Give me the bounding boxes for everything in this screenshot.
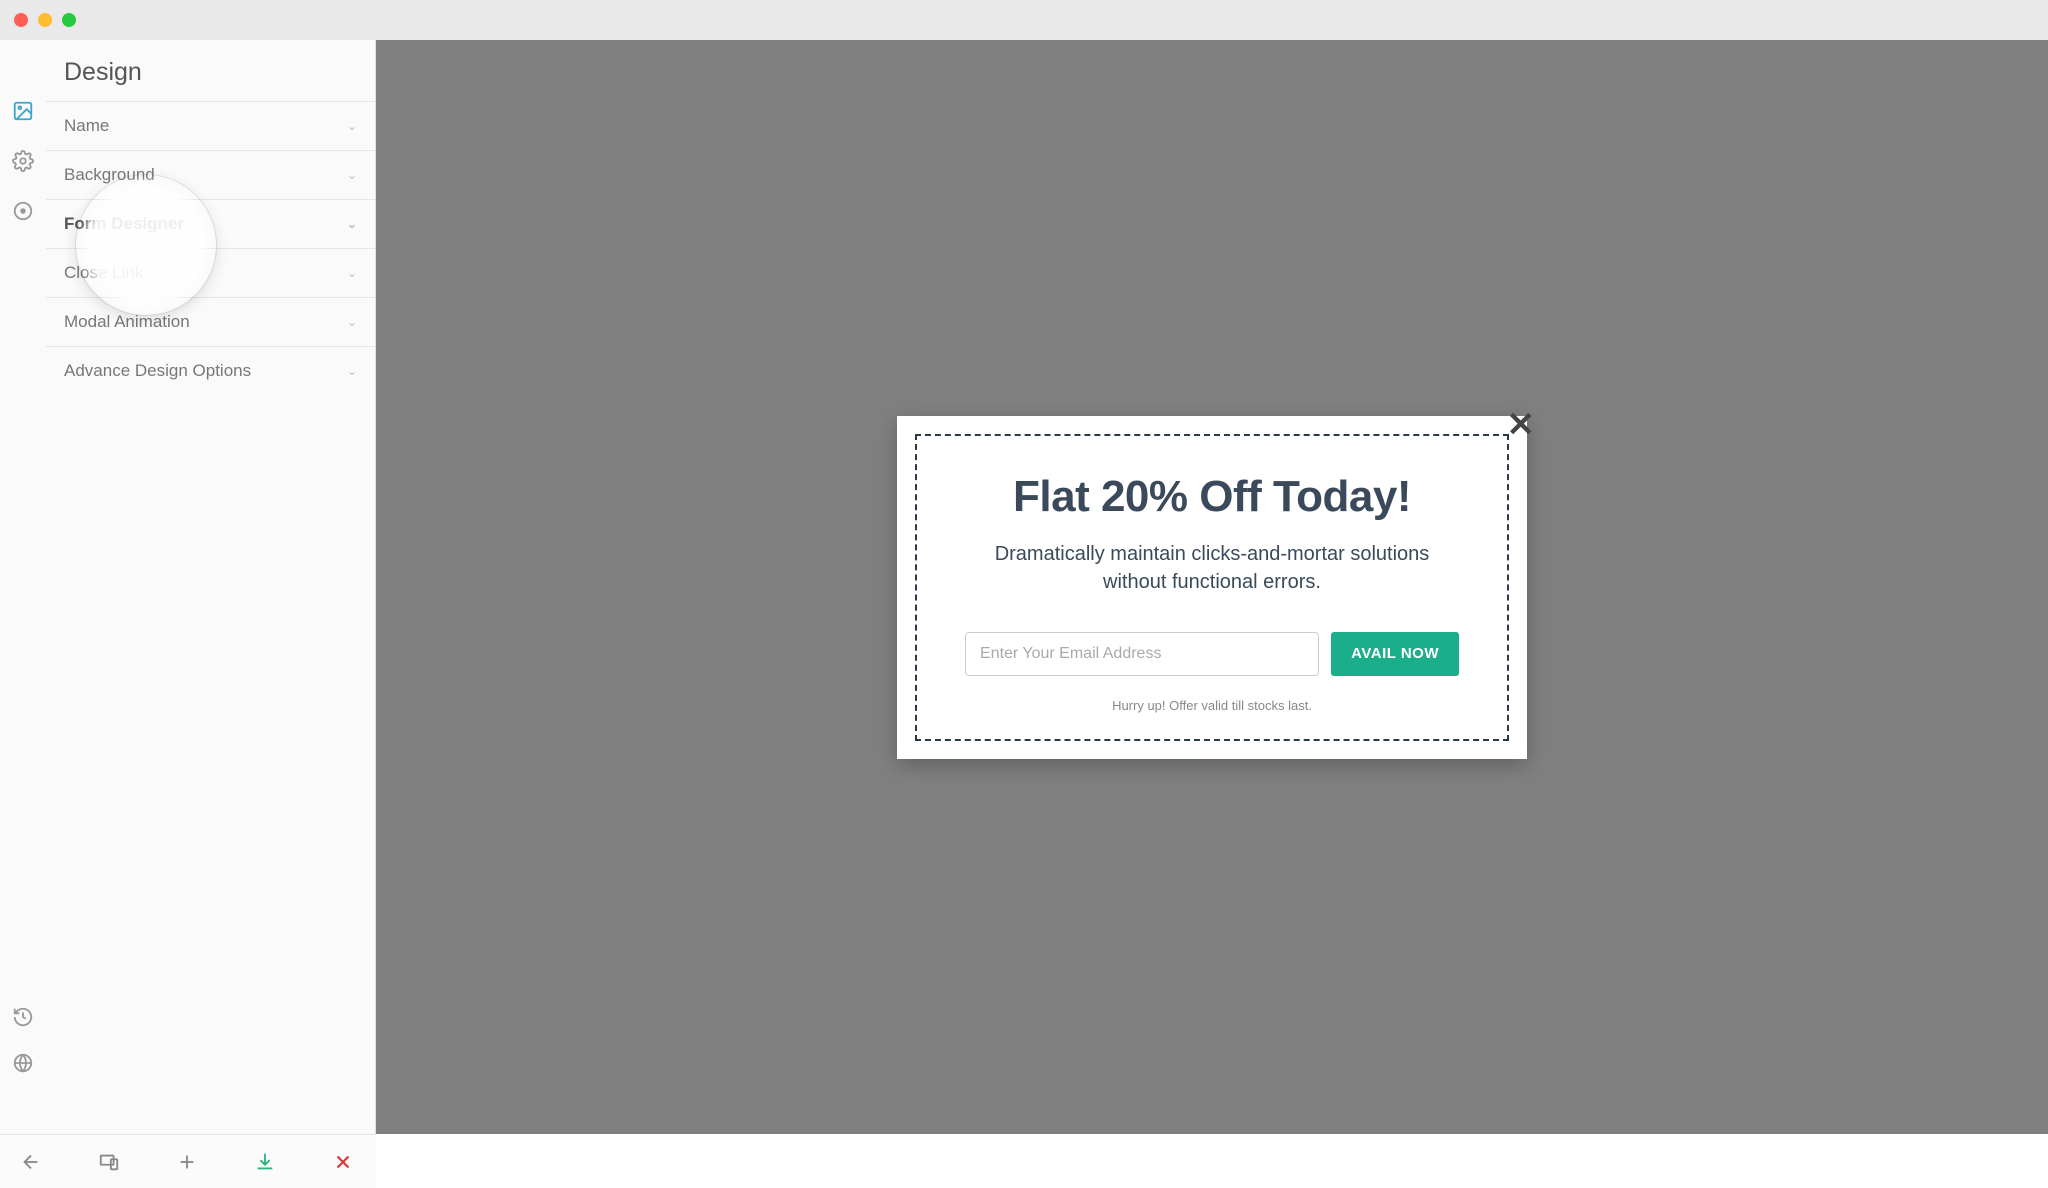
icon-rail — [0, 40, 46, 1134]
window-close-dot[interactable] — [14, 13, 28, 27]
window-titlebar — [0, 0, 2048, 40]
globe-icon[interactable] — [12, 1052, 34, 1074]
cta-button[interactable]: AVAIL NOW — [1331, 632, 1459, 676]
accordion-label: Close Link — [64, 263, 143, 283]
chevron-down-icon: ⌄ — [347, 168, 357, 182]
accordion-background[interactable]: Background ⌄ — [46, 150, 375, 199]
chevron-down-icon: ⌄ — [347, 119, 357, 133]
modal-title: Flat 20% Off Today! — [965, 472, 1459, 522]
accordion-modal-animation[interactable]: Modal Animation ⌄ — [46, 297, 375, 346]
accordion-form-designer[interactable]: Form Designer ⌄ — [46, 199, 375, 248]
close-icon[interactable]: ✕ — [1507, 408, 1536, 442]
modal-preview: ✕ Flat 20% Off Today! Dramatically maint… — [897, 416, 1527, 759]
discard-button[interactable] — [332, 1151, 354, 1173]
accordion-label: Background — [64, 165, 155, 185]
accordion-label: Name — [64, 116, 109, 136]
sidebar-panel: Design Name ⌄ Background ⌄ Form Designer… — [46, 40, 376, 1134]
panel-title: Design — [46, 40, 375, 101]
responsive-button[interactable] — [98, 1151, 120, 1173]
modal-subtitle: Dramatically maintain clicks-and-mortar … — [965, 540, 1459, 596]
modal-footer-text: Hurry up! Offer valid till stocks last. — [965, 698, 1459, 713]
traffic-lights — [14, 13, 76, 27]
footer-toolbar — [0, 1134, 376, 1188]
accordion-close-link[interactable]: Close Link ⌄ — [46, 248, 375, 297]
accordion-advance-design[interactable]: Advance Design Options ⌄ — [46, 346, 375, 395]
chevron-down-icon: ⌄ — [347, 217, 357, 231]
preview-canvas: ✕ Flat 20% Off Today! Dramatically maint… — [376, 40, 2048, 1134]
accordion-label: Modal Animation — [64, 312, 190, 332]
gear-icon[interactable] — [12, 150, 34, 172]
add-button[interactable] — [176, 1151, 198, 1173]
chevron-down-icon: ⌄ — [347, 266, 357, 280]
target-icon[interactable] — [12, 200, 34, 222]
accordion-name[interactable]: Name ⌄ — [46, 101, 375, 150]
accordion-label: Form Designer — [64, 214, 184, 234]
history-icon[interactable] — [12, 1006, 34, 1028]
image-icon[interactable] — [12, 100, 34, 122]
back-button[interactable] — [20, 1151, 42, 1173]
window-zoom-dot[interactable] — [62, 13, 76, 27]
save-button[interactable] — [254, 1151, 276, 1173]
chevron-down-icon: ⌄ — [347, 315, 357, 329]
accordion-label: Advance Design Options — [64, 361, 251, 381]
window-minimize-dot[interactable] — [38, 13, 52, 27]
chevron-down-icon: ⌄ — [347, 364, 357, 378]
email-input[interactable] — [965, 632, 1319, 676]
